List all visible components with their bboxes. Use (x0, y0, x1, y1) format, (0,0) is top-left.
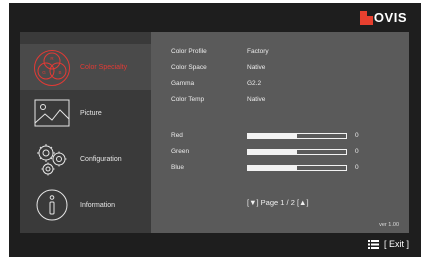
setting-value: Native (247, 96, 266, 103)
list-icon (367, 239, 379, 249)
sidebar-item-color-specialty[interactable]: R G B Color Specialty (20, 44, 151, 90)
slider-value: 0 (355, 164, 359, 171)
setting-value: Factory (247, 48, 269, 55)
slider-value: 0 (355, 132, 359, 139)
slider-label: Red (171, 132, 183, 139)
picture-icon (34, 99, 70, 127)
bottom-bar: [ Exit ] (9, 233, 421, 257)
sidebar-item-configuration[interactable]: Configuration (20, 136, 151, 182)
setting-label: Color Space (171, 64, 207, 71)
gears-icon (37, 144, 67, 176)
page-indicator[interactable]: [▼] Page 1 / 2 [▲] (247, 198, 309, 207)
sidebar-item-label: Configuration (80, 155, 122, 163)
sidebar-item-picture[interactable]: Picture (20, 90, 151, 136)
brand-mark-icon (359, 11, 373, 25)
icon-letter-r: R (50, 56, 54, 61)
brand-logo: OVIS (359, 10, 407, 25)
slider-label: Blue (171, 164, 185, 171)
brand-name: OVIS (373, 10, 407, 25)
settings-panel: Color Profile Factory Color Space Native… (151, 32, 409, 233)
slider-track[interactable] (247, 165, 347, 171)
exit-button[interactable]: [ Exit ] (367, 239, 409, 249)
color-rgb-icon: R G B (34, 50, 70, 86)
slider-value: 0 (355, 148, 359, 155)
setting-value: Native (247, 64, 266, 71)
sidebar-item-information[interactable]: Information (20, 182, 151, 228)
slider-fill (248, 134, 297, 138)
info-icon (36, 189, 68, 221)
slider-fill (248, 166, 297, 170)
sidebar-item-label: Picture (80, 109, 102, 117)
top-bar: OVIS (9, 3, 421, 32)
icon-letter-g: G (42, 70, 46, 75)
setting-value: G2.2 (247, 80, 262, 87)
slider-track[interactable] (247, 149, 347, 155)
sidebar-menu: R G B Color Specialty Picture Configurat… (20, 32, 151, 233)
osd-menu: OVIS R G B Color Specialty Picture Confi… (9, 3, 421, 257)
setting-label: Color Profile (171, 48, 207, 55)
sidebar-item-label: Color Specialty (80, 63, 128, 71)
slider-label: Green (171, 148, 190, 155)
slider-track[interactable] (247, 133, 347, 139)
icon-letter-b: B (58, 70, 61, 75)
setting-label: Gamma (171, 80, 195, 87)
slider-fill (248, 150, 297, 154)
sidebar-item-label: Information (80, 201, 116, 209)
version-label: ver 1.00 (379, 222, 399, 228)
exit-label: [ Exit ] (383, 239, 409, 249)
setting-label: Color Temp (171, 96, 205, 103)
